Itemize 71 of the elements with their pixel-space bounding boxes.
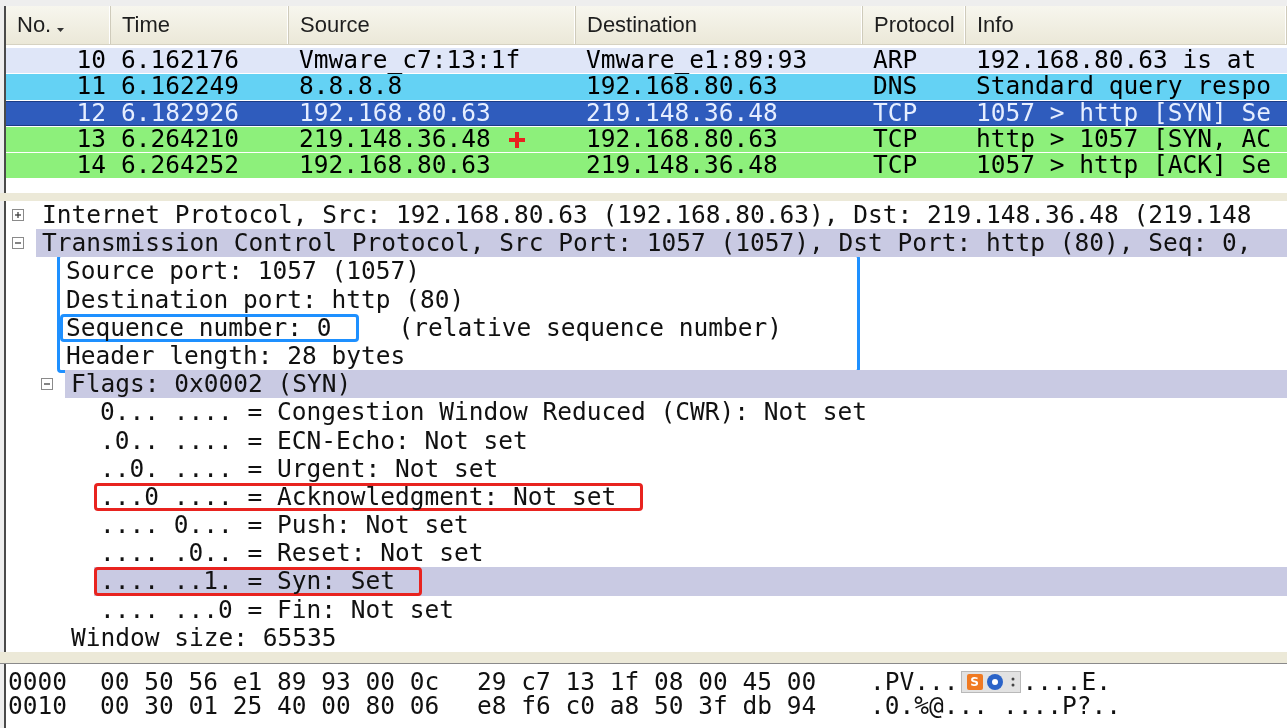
tree-item[interactable]: .... .0.. = Reset: Not set (94, 539, 488, 568)
plus-icon (509, 132, 525, 148)
byte-offset: 0010 (8, 694, 68, 718)
ascii-text: .PV... (870, 670, 959, 694)
tree-item[interactable]: ..0. .... = Urgent: Not set (94, 454, 503, 483)
table-cell-text: Standard query respo (975, 75, 1271, 97)
table-cell-text: 6.162176 (120, 49, 239, 70)
tree-item[interactable]: Window size: 65535 (65, 623, 341, 652)
table-cell-text: 192.168.80.63 is at (975, 49, 1257, 70)
ascii-text: ....P?.. (1003, 694, 1122, 718)
table-cell-text: 219.148.36.48 (298, 127, 491, 149)
tree-item[interactable]: .... ..1. = Syn: Set (94, 567, 1287, 596)
hex-bytes: 29 c7 13 1f 08 00 45 00 (477, 670, 818, 694)
tree-item[interactable]: Flags: 0x0002 (SYN) (65, 370, 1287, 399)
table-cell-text: 14 (76, 154, 107, 176)
collapse-icon[interactable] (41, 378, 53, 391)
table-cell-text: TCP (872, 154, 918, 176)
hex-bytes: e8 f6 c0 a8 50 3f db 94 (477, 694, 818, 718)
column-header[interactable]: Time (111, 6, 289, 44)
expand-icon[interactable] (12, 209, 24, 222)
column-header[interactable]: Protocol (863, 6, 966, 44)
column-header[interactable]: Source (289, 6, 576, 44)
tree-item[interactable]: .... ...0 = Fin: Not set (94, 595, 458, 624)
column-header[interactable]: No. (6, 6, 111, 44)
annotation-box: Sequence number: 0 (60, 313, 359, 342)
tree-item[interactable]: .... 0... = Push: Not set (94, 511, 473, 540)
table-cell-text: 1057 > http [ACK] Se (975, 154, 1271, 176)
column-header[interactable]: Destination (576, 6, 863, 44)
table-cell-text: TCP (872, 127, 918, 149)
table-cell-text: 13 (76, 127, 107, 149)
table-cell-text: DNS (872, 75, 918, 97)
packet-row[interactable]: 14 6.264252 192.168.80.63 219.148.36.48 TCP 1057 > http [ACK] Se (6, 153, 1287, 179)
table-cell-text: 12 (76, 101, 107, 123)
table-cell-text: 192.168.80.63 (298, 101, 491, 123)
column-header[interactable]: Info (966, 6, 1287, 44)
collapse-icon[interactable] (12, 237, 24, 250)
table-cell-text: 219.148.36.48 (585, 154, 778, 176)
tree-item[interactable]: Transmission Control Protocol, Src Port: 1057 (1057), Dst Port: http (80), Seq: 0, (36, 229, 1287, 258)
tree-item[interactable]: .0.. .... = ECN-Echo: Not set (94, 426, 532, 455)
table-cell-text: 192.168.80.63 (585, 75, 778, 97)
annotation-box: .... ..1. = Syn: Set (94, 567, 422, 596)
ascii-text: .0.%@... (870, 694, 988, 718)
grip-icon[interactable] (1010, 676, 1015, 688)
table-cell-text: 11 (76, 75, 107, 97)
table-cell-text: 6.182926 (120, 101, 239, 123)
table-cell-text: 219.148.36.48 (585, 101, 778, 123)
tree-item[interactable]: Sequence number: 0 (relative sequence number) (60, 313, 787, 342)
packet-row[interactable]: 11 6.162249 8.8.8.8 192.168.80.63 DNS Standard query respo (6, 74, 1287, 100)
packet-row[interactable]: 12 6.182926 192.168.80.63 219.148.36.48 TCP 1057 > http [SYN] Se (6, 100, 1287, 126)
table-cell-text: 6.264210 (120, 127, 239, 149)
ascii-text: ....E. (1022, 670, 1112, 694)
hex-bytes: 00 30 01 25 40 00 80 06 (100, 694, 441, 718)
table-cell-text: 192.168.80.63 (585, 127, 778, 149)
byte-offset: 0000 (8, 670, 68, 694)
table-cell-text: 8.8.8.8 (298, 75, 403, 97)
table-cell-text: 6.162249 (120, 75, 239, 97)
circle-icon[interactable] (986, 674, 1003, 690)
packet-row[interactable]: 10 6.162176 Vmware_c7:13:1f Vmware_e1:89:93 ARP 192.168.80.63 is at (6, 48, 1287, 74)
packet-row[interactable]: 13 6.264210 219.148.36.48 192.168.80.63 TCP http > 1057 [SYN, AC (6, 126, 1287, 153)
table-cell-text: 6.264252 (120, 154, 239, 176)
pane-splitter[interactable] (0, 652, 1287, 664)
tree-item[interactable]: Source port: 1057 (1057) (60, 257, 424, 286)
tree-item[interactable]: 0... .... = Congestion Window Reduced (CWR): Not set (94, 398, 871, 427)
hex-bytes: 00 50 56 e1 89 93 00 0c (100, 670, 441, 694)
table-cell-text: TCP (872, 101, 918, 123)
table-cell-text: ARP (872, 49, 918, 70)
table-cell-text: 10 (76, 49, 107, 70)
table-cell-text: 192.168.80.63 (298, 154, 491, 176)
tree-item[interactable]: Internet Protocol, Src: 192.168.80.63 (192.168.80.63), Dst: 219.148.36.48 (219.148 (36, 201, 1256, 230)
tree-item[interactable]: Header length: 28 bytes (60, 341, 410, 371)
tree-item[interactable]: Destination port: http (80) (60, 285, 469, 314)
